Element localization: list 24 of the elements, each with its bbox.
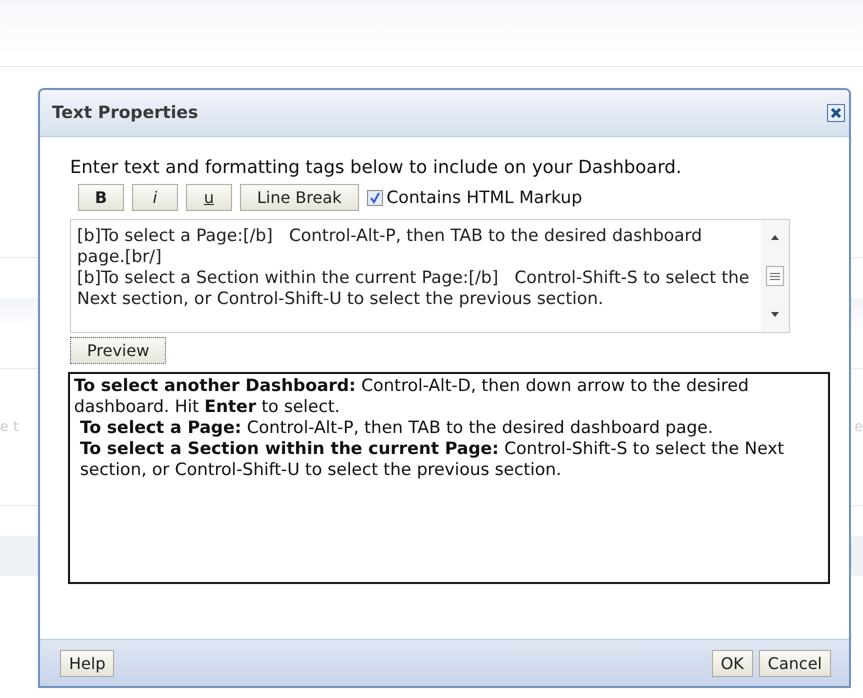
scroll-thumb[interactable] <box>766 266 784 286</box>
format-button[interactable]: i <box>132 184 178 211</box>
preview-text: To select a Page: Control-Alt-P, then TAB to the desired dashboard page. <box>79 418 714 439</box>
format-button[interactable]: B <box>78 184 124 211</box>
checkbox[interactable] <box>366 190 383 206</box>
preview-text: To select another Dashboard: Control-Alt-D, then down arrow to the desired dashboard. Hit Enter to select. <box>74 376 750 418</box>
checkmark-icon <box>368 192 381 204</box>
help-button[interactable]: Help <box>60 650 114 676</box>
instruction-text: Enter text and formatting tags below to include on your Dashboard. <box>70 157 683 178</box>
format-button[interactable]: u <box>186 184 232 211</box>
format-button[interactable]: Line Break <box>240 184 359 211</box>
preview-button[interactable]: Preview <box>70 337 166 364</box>
scroll-up-icon <box>770 234 780 240</box>
dialog-title: Text Properties <box>52 103 198 123</box>
dialog-button[interactable]: Cancel <box>758 650 831 676</box>
markup-text-area[interactable] <box>70 219 790 333</box>
scroll-down-icon <box>770 312 780 318</box>
preview-text: To select a Section within the current Page: Control-Shift-S to select the Next section, or Control-Shift-U to select the previous section. <box>79 439 786 481</box>
close-icon <box>829 106 843 120</box>
markup-text: [b]To select a Page:[/b] Control-Alt-P, then TAB to the desired dashboard page.[br/] <box>77 226 704 268</box>
close-button[interactable] <box>827 104 845 122</box>
scrollbar[interactable] <box>761 220 789 332</box>
dialog-button[interactable]: OK <box>712 650 753 676</box>
markup-text: [b]To select a Section within the current Page:[/b] Control-Shift-S to select the Next section, or Control-Shift-U to select the previous section. <box>77 268 750 310</box>
